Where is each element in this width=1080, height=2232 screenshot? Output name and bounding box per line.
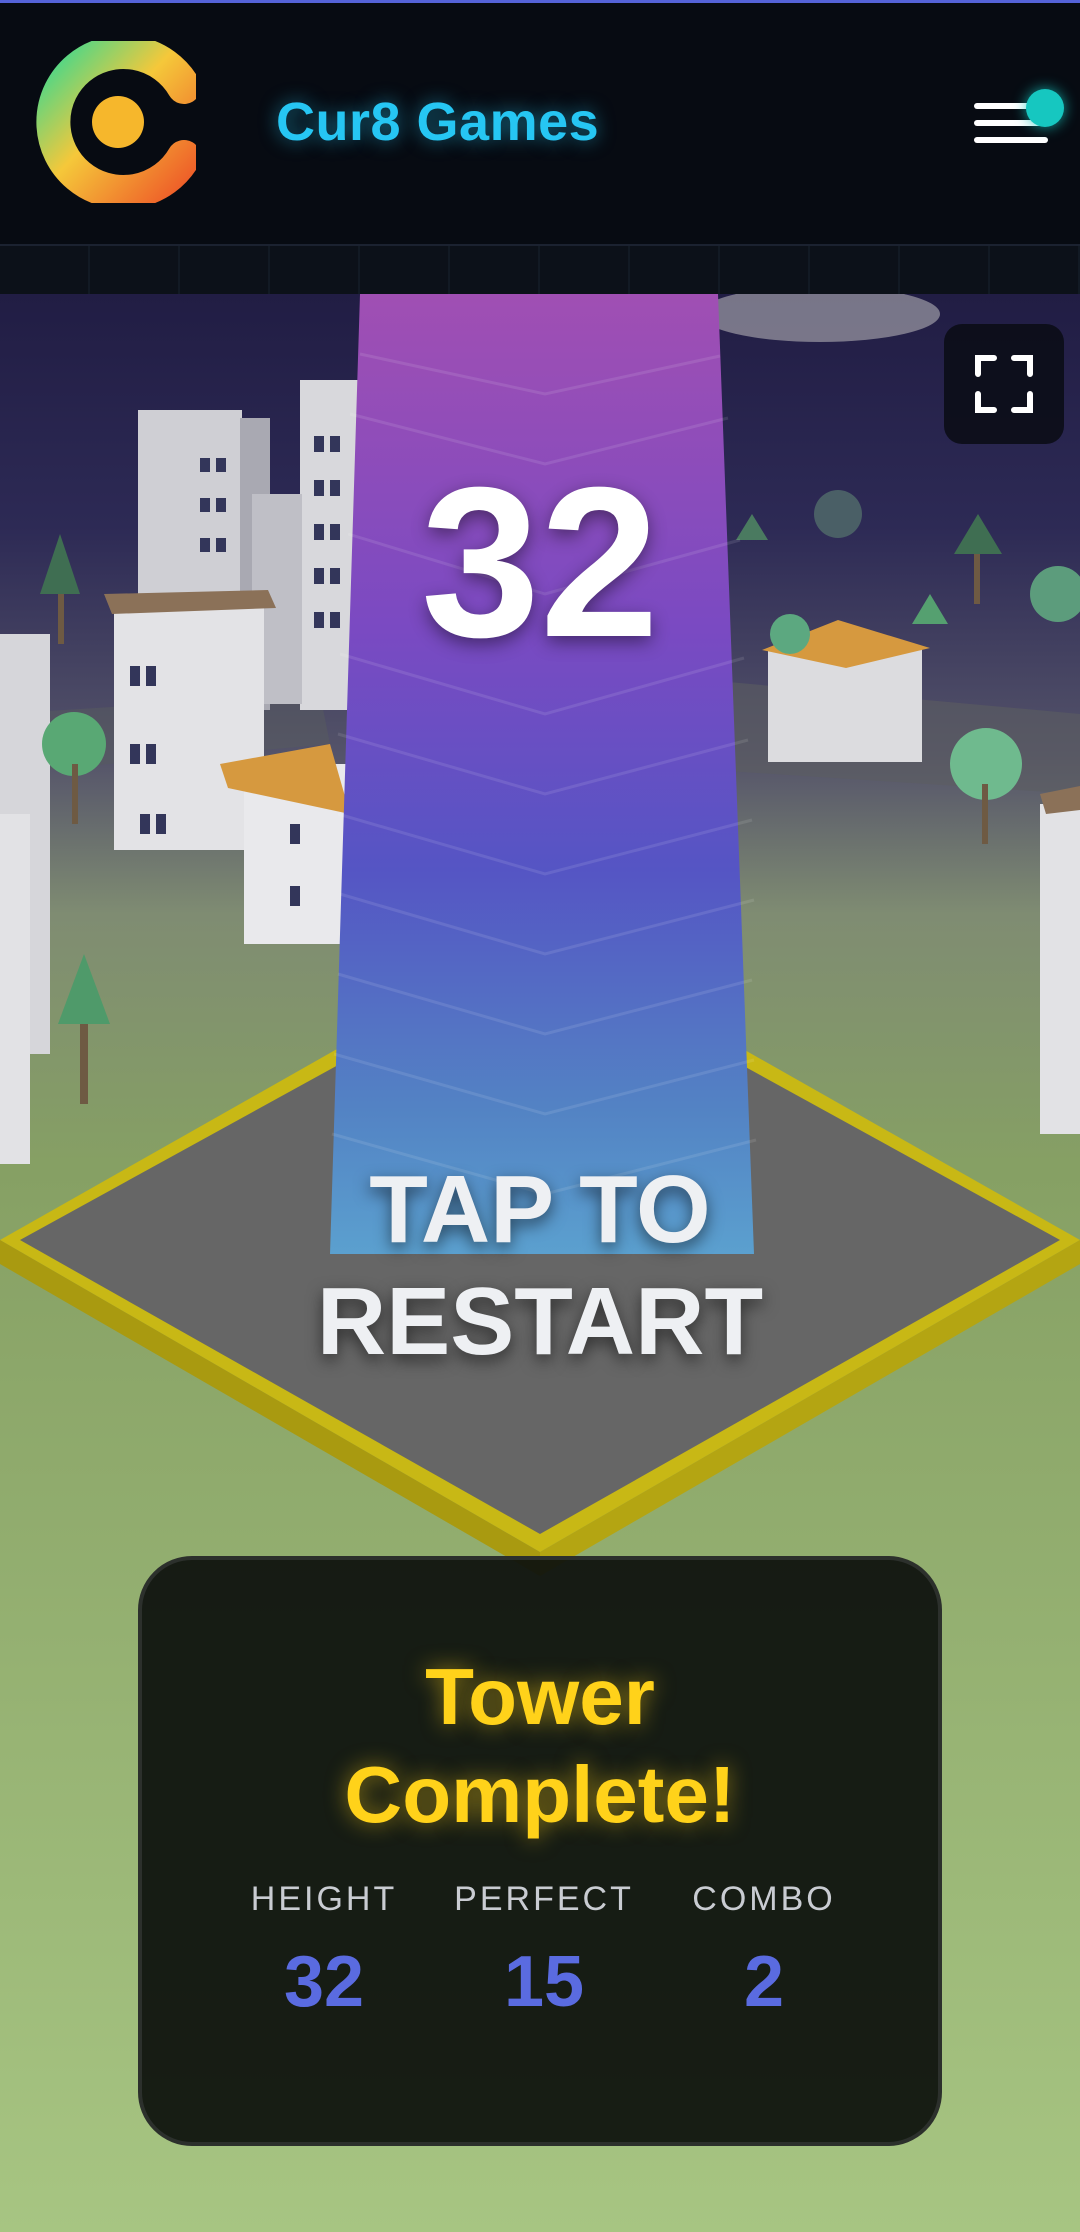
score-counter: 32	[420, 443, 660, 682]
stat-height: HEIGHT 32	[214, 1880, 434, 2023]
card-title-line-2: Complete!	[344, 1750, 736, 1839]
tap-to-restart-button[interactable]: TAP TO RESTART	[0, 1154, 1080, 1378]
fullscreen-icon	[975, 355, 1033, 413]
stat-value: 2	[743, 1942, 785, 2022]
stat-perfect: PERFECT 15	[434, 1880, 654, 2023]
header-divider	[0, 244, 1080, 296]
app-header: Cur8 Games	[0, 0, 1080, 244]
stat-combo: COMBO 2	[654, 1880, 874, 2023]
stat-value: 15	[503, 1942, 585, 2022]
cur8-logo-icon[interactable]	[34, 41, 196, 203]
stat-value: 32	[283, 1942, 365, 2022]
notification-dot	[1026, 89, 1064, 127]
tower-complete-card: Tower Complete! HEIGHT 32 PERFECT 15 COM…	[138, 1556, 942, 2146]
tap-line-1: TAP TO	[369, 1156, 711, 1263]
tap-line-2: RESTART	[316, 1268, 764, 1375]
brand-name[interactable]: Cur8 Games	[276, 91, 599, 153]
fullscreen-button[interactable]	[944, 324, 1064, 444]
stat-label: HEIGHT	[250, 1880, 398, 1918]
stat-label: PERFECT	[454, 1880, 634, 1918]
card-title: Tower Complete!	[142, 1648, 938, 1844]
card-title-line-1: Tower	[425, 1652, 655, 1741]
stat-label: COMBO	[692, 1880, 836, 1918]
stacked-tower	[330, 294, 757, 1254]
menu-button[interactable]	[968, 87, 1068, 167]
